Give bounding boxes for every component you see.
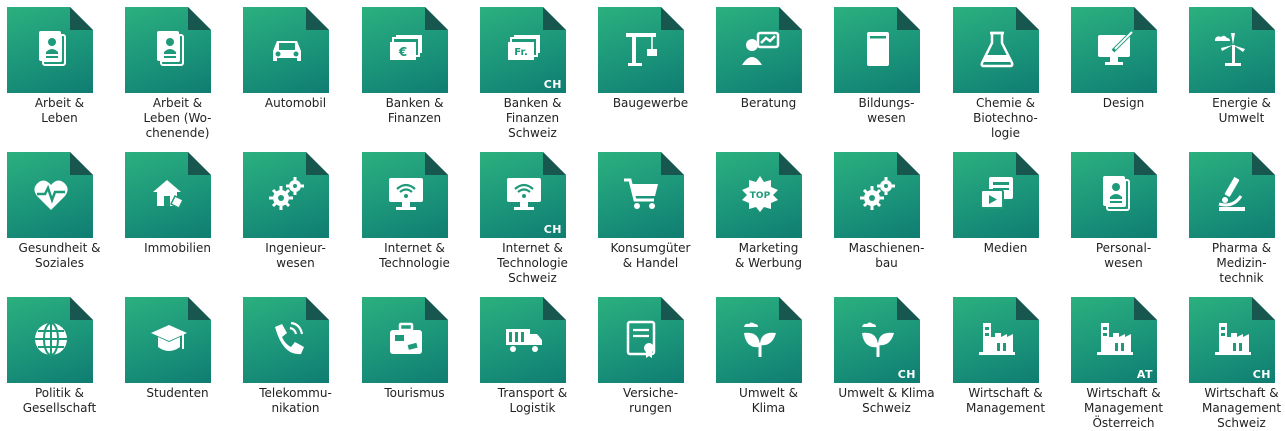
corner-fold: [779, 152, 802, 175]
corner-fold: [897, 152, 920, 175]
corner-fold: [897, 297, 920, 320]
category-label: Marketing & Werbung: [734, 241, 803, 270]
category-label: Personal- wesen: [1095, 241, 1152, 270]
category-label: Umwelt & Klima Schweiz: [838, 386, 935, 415]
corner-fold: [543, 297, 566, 320]
country-code-badge: CH: [543, 223, 562, 236]
corner-fold: [70, 297, 93, 320]
category-label: Telekommu- nikation: [259, 386, 332, 415]
corner-fold: [661, 7, 684, 30]
corner-fold: [306, 152, 329, 175]
corner-fold: [425, 297, 448, 320]
corner-fold: [1134, 7, 1157, 30]
category-label: Studenten: [146, 386, 209, 400]
corner-fold: [1016, 297, 1039, 320]
corner-fold: [70, 7, 93, 30]
corner-fold: [425, 152, 448, 175]
category-label: Wirtschaft & Management: [965, 386, 1046, 415]
category-label: Chemie & Biotechno- logie: [973, 96, 1038, 140]
corner-fold: [425, 7, 448, 30]
corner-fold: [1016, 7, 1039, 30]
country-code-badge: AT: [1136, 368, 1153, 381]
category-label: Internet & Technologie Schweiz: [497, 241, 568, 285]
category-label: Automobil: [264, 96, 327, 110]
corner-fold: [897, 7, 920, 30]
category-label: Ingenieur- wesen: [265, 241, 326, 270]
country-code-badge: CH: [1252, 368, 1271, 381]
category-label: Tourismus: [384, 386, 445, 400]
category-label: Design: [1102, 96, 1145, 110]
corner-fold: [1134, 152, 1157, 175]
corner-fold: [188, 152, 211, 175]
category-label: Energie & Umwelt: [1212, 96, 1271, 125]
corner-fold: [188, 7, 211, 30]
corner-fold: [70, 152, 93, 175]
corner-fold: [661, 297, 684, 320]
corner-fold: [306, 7, 329, 30]
category-label: Bildungs- wesen: [858, 96, 915, 125]
category-label: Banken & Finanzen Schweiz: [503, 96, 562, 140]
category-label: Gesundheit & Soziales: [18, 241, 101, 270]
svg-text:TOP: TOP: [750, 191, 771, 201]
category-label: Baugewerbe: [612, 96, 689, 110]
corner-fold: [779, 7, 802, 30]
svg-text:€: €: [398, 45, 407, 59]
category-label: Wirtschaft & Management Schweiz: [1201, 386, 1282, 430]
corner-fold: [543, 7, 566, 30]
category-label: Arbeit & Leben (Wo- chenende): [143, 96, 212, 140]
category-label: Banken & Finanzen: [385, 96, 444, 125]
category-label: Wirtschaft & Management Österreich: [1083, 386, 1164, 430]
category-label: Maschienen- bau: [848, 241, 925, 270]
category-label: Medien: [983, 241, 1028, 255]
country-code-badge: CH: [897, 368, 916, 381]
country-code-badge: CH: [543, 78, 562, 91]
corner-fold: [1252, 152, 1275, 175]
category-label: Pharma & Medizin- technik: [1211, 241, 1272, 285]
category-grid: Arbeit & Leben Arbeit & Leben (Wo- chenen…: [0, 0, 1285, 430]
category-label: Konsumgüter & Handel: [610, 241, 691, 270]
category-label: Immobilien: [144, 241, 211, 255]
svg-text:Fr.: Fr.: [514, 47, 528, 58]
corner-fold: [1134, 297, 1157, 320]
corner-fold: [188, 297, 211, 320]
corner-fold: [661, 152, 684, 175]
category-label: Politik & Gesellschaft: [22, 386, 97, 415]
corner-fold: [306, 297, 329, 320]
category-label: Umwelt & Klima: [739, 386, 798, 415]
corner-fold: [1252, 297, 1275, 320]
category-label: Transport & Logistik: [497, 386, 568, 415]
category-label: Beratung: [740, 96, 797, 110]
corner-fold: [1252, 7, 1275, 30]
corner-fold: [1016, 152, 1039, 175]
corner-fold: [543, 152, 566, 175]
category-label: Versiche- rungen: [622, 386, 679, 415]
corner-fold: [779, 297, 802, 320]
category-label: Internet & Technologie: [379, 241, 450, 270]
category-label: Arbeit & Leben: [34, 96, 85, 125]
